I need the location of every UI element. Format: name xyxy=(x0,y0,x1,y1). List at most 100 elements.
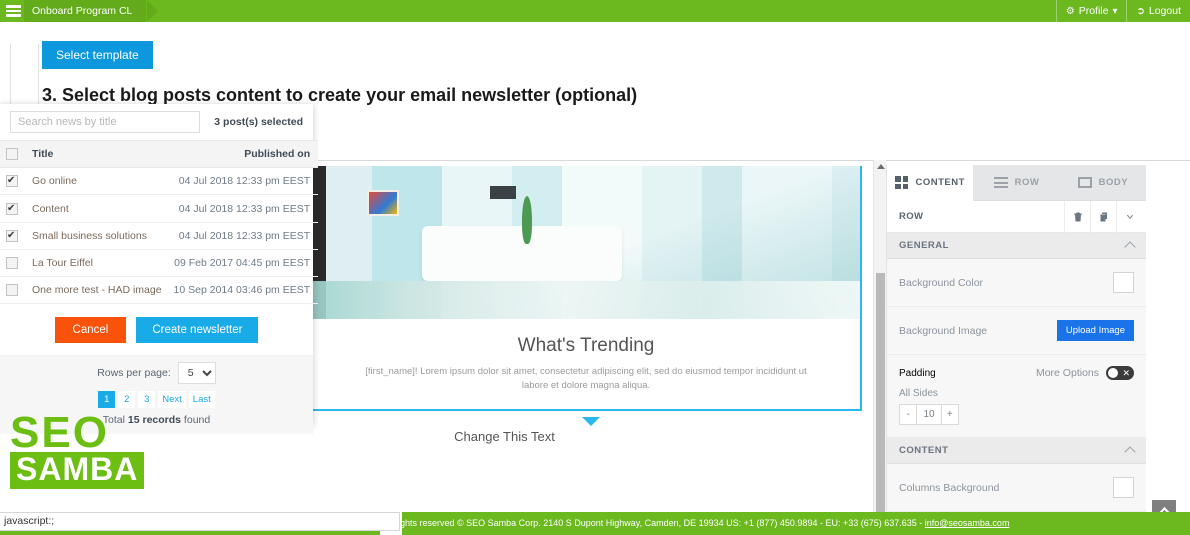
chevron-up-icon[interactable] xyxy=(1124,241,1136,253)
all-sides-label: All Sides xyxy=(899,388,938,399)
table-row[interactable]: La Tour Eiffel 09 Feb 2017 04:45 pm EEST xyxy=(0,249,319,278)
chevron-down-icon: ▾ xyxy=(1112,5,1118,17)
section-content-header[interactable]: CONTENT xyxy=(887,438,1146,464)
columns-background-label: Columns Background xyxy=(899,481,1000,494)
logout-icon: ➲ xyxy=(1136,5,1145,17)
row-checkbox[interactable] xyxy=(6,284,18,297)
hero-row-block[interactable]: What's Trending [first_name]! Lorem ipsu… xyxy=(310,166,862,411)
section-content-title: CONTENT xyxy=(899,445,949,456)
padding-decrement-button[interactable]: - xyxy=(900,405,916,424)
table-row[interactable]: Small business solutions 04 Jul 2018 12:… xyxy=(0,222,319,250)
table-header-row: Title Published on xyxy=(0,139,319,169)
column-header-title[interactable]: Title xyxy=(24,139,168,169)
select-all-header xyxy=(0,139,24,169)
breadcrumb[interactable]: Onboard Program CL xyxy=(24,0,147,22)
row-checkbox[interactable] xyxy=(6,229,18,242)
row-checkbox[interactable] xyxy=(6,257,18,270)
create-newsletter-button[interactable]: Create newsletter xyxy=(136,317,259,344)
footer-email-link[interactable]: info@seosamba.com xyxy=(925,518,1010,528)
search-input[interactable] xyxy=(10,111,201,133)
row-title: One more test - HAD image xyxy=(24,276,168,305)
select-all-checkbox[interactable] xyxy=(6,148,18,161)
prop-background-image: Background Image Upload Image xyxy=(887,307,1146,355)
plant-decor xyxy=(522,196,532,244)
trash-icon[interactable] xyxy=(1064,200,1090,233)
logout-button[interactable]: ➲ Logout xyxy=(1126,0,1190,22)
editor-scrollbar[interactable] xyxy=(873,160,886,512)
section-general-header[interactable]: GENERAL xyxy=(887,233,1146,259)
top-navigation-bar: Onboard Program CL ⚙ Profile ▾ ➲ Logout xyxy=(0,0,1190,22)
row-checkbox-cell xyxy=(0,222,24,250)
padding-stepper[interactable]: - 10 + xyxy=(899,404,959,425)
rows-per-page-group: Rows per page: 5 xyxy=(0,362,313,385)
select-blog-posts-modal: 3 post(s) selected Title Published on Go xyxy=(0,104,319,435)
chevron-down-icon[interactable] xyxy=(1116,200,1142,233)
scrollbar-thumb[interactable] xyxy=(876,273,885,512)
tab-body[interactable]: BODY xyxy=(1059,165,1146,201)
rows-per-page-label: Rows per page: xyxy=(97,367,171,380)
more-options-group: More Options ✕ xyxy=(1036,366,1134,380)
select-template-button[interactable]: Select template xyxy=(42,41,153,69)
row-checkbox-cell xyxy=(0,167,24,196)
columns-background-swatch[interactable] xyxy=(1113,477,1134,498)
tab-content[interactable]: CONTENT xyxy=(887,165,974,201)
footer-copyright: ights reserved © SEO Samba Corp. 2140 S … xyxy=(398,518,925,528)
hero-title[interactable]: What's Trending xyxy=(312,319,860,359)
profile-label: Profile xyxy=(1078,5,1109,17)
tab-row[interactable]: ROW xyxy=(973,165,1060,201)
row-title: Content xyxy=(24,194,168,223)
rows-per-page-select[interactable]: 5 xyxy=(177,362,216,385)
page-last-button[interactable]: Last xyxy=(188,391,215,409)
app-root: Select template 3. Select blog posts con… xyxy=(0,0,1190,535)
cancel-button[interactable]: Cancel xyxy=(54,317,127,344)
browser-status-bar: javascript:; xyxy=(0,512,400,531)
column-header-published[interactable]: Published on xyxy=(167,139,319,169)
blog-posts-table: Title Published on Go online 04 Jul 2018… xyxy=(0,139,319,305)
hero-subtitle[interactable]: [first_name]! Lorem ipsum dolor sit amet… xyxy=(312,359,860,409)
table-row[interactable]: One more test - HAD image 10 Sep 2014 03… xyxy=(0,276,319,305)
background-image-label: Background Image xyxy=(899,324,988,337)
padding-value-input[interactable]: 10 xyxy=(916,405,942,424)
page-2-button[interactable]: 2 xyxy=(118,391,136,409)
more-options-toggle[interactable]: ✕ xyxy=(1106,366,1134,380)
pagination: 1 2 3 Next Last xyxy=(0,391,313,409)
copy-icon[interactable] xyxy=(1090,200,1116,233)
footer-text: ights reserved © SEO Samba Corp. 2140 S … xyxy=(398,512,1009,535)
selected-count-label: 3 post(s) selected xyxy=(214,116,303,128)
hamburger-icon[interactable] xyxy=(5,3,22,19)
profile-menu-button[interactable]: ⚙ Profile ▾ xyxy=(1055,0,1127,22)
background-color-swatch[interactable] xyxy=(1113,272,1134,293)
wall-art-decor xyxy=(367,190,399,216)
background-color-label: Background Color xyxy=(899,276,984,289)
more-options-label: More Options xyxy=(1035,367,1099,379)
row-properties-title: ROW xyxy=(899,211,924,222)
row-checkbox-cell xyxy=(0,276,24,305)
rows-icon xyxy=(993,177,1008,188)
row-published: 04 Jul 2018 12:33 pm EEST xyxy=(167,167,319,196)
row-published: 04 Jul 2018 12:33 pm EEST xyxy=(167,194,319,223)
page-3-button[interactable]: 3 xyxy=(138,391,156,409)
scroll-up-arrow[interactable] xyxy=(877,164,885,169)
upload-image-button[interactable]: Upload Image xyxy=(1056,320,1134,341)
prop-background-color: Background Color xyxy=(887,259,1146,307)
page-next-button[interactable]: Next xyxy=(158,391,186,409)
row-published: 09 Feb 2017 04:45 pm EEST xyxy=(167,249,319,278)
tab-row-label: ROW xyxy=(1014,177,1040,188)
prop-columns-background: Columns Background xyxy=(887,464,1146,512)
tab-body-label: BODY xyxy=(1098,177,1129,188)
row-checkbox[interactable] xyxy=(6,174,18,188)
table-row[interactable]: Go online 04 Jul 2018 12:33 pm EEST xyxy=(0,167,319,196)
page-1-button[interactable]: 1 xyxy=(98,391,116,409)
chevron-up-icon[interactable] xyxy=(1124,446,1136,458)
table-row[interactable]: Content 04 Jul 2018 12:33 pm EEST xyxy=(0,194,319,223)
breadcrumb-arrow-icon xyxy=(147,0,158,22)
prop-padding: Padding More Options ✕ All Sides - 10 + xyxy=(887,355,1146,438)
padding-increment-button[interactable]: + xyxy=(942,405,958,424)
row-published: 04 Jul 2018 12:33 pm EEST xyxy=(167,222,319,250)
row-title: Small business solutions xyxy=(24,222,168,250)
logout-label: Logout xyxy=(1148,5,1181,17)
selection-pointer xyxy=(582,417,600,426)
properties-panel: CONTENT ROW BODY ROW GENERAL Background … xyxy=(886,165,1146,512)
logo-line-2: SAMBA xyxy=(10,452,145,489)
row-checkbox[interactable] xyxy=(6,202,18,215)
